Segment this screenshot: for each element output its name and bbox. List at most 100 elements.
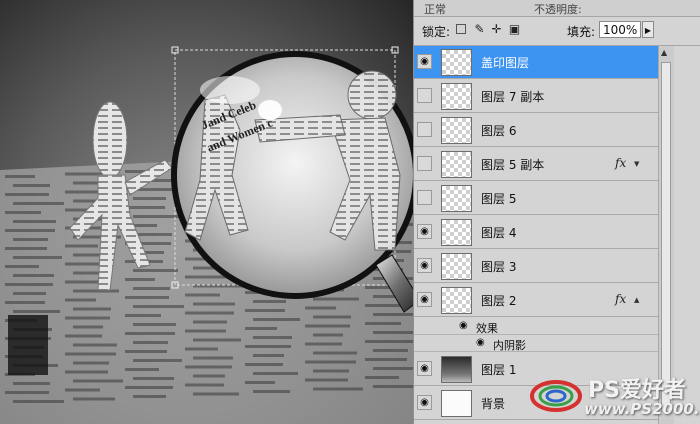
text-line (133, 197, 166, 200)
text-line (245, 363, 283, 366)
eye-icon[interactable]: ◉ (417, 224, 432, 239)
eye-icon[interactable]: ◉ (417, 258, 432, 273)
text-line (65, 316, 110, 320)
fill-arrow-icon[interactable]: ▶ (642, 21, 654, 38)
text-line (13, 274, 54, 277)
eye-icon[interactable]: ◉ (417, 54, 432, 69)
text-line (185, 365, 232, 369)
text-line (373, 331, 413, 334)
layer-row[interactable]: 图层 7 副本 (414, 80, 658, 113)
lock-label: 锁定: (422, 25, 451, 39)
eye-icon[interactable]: ◉ (476, 337, 485, 348)
layer-thumbnail[interactable] (441, 356, 472, 383)
text-line (73, 289, 119, 293)
text-line (133, 233, 172, 236)
text-line (5, 247, 47, 250)
layer-name[interactable]: 图层 1 (481, 361, 516, 378)
layer-thumbnail[interactable] (441, 117, 472, 144)
blend-mode-select[interactable]: 正常 (424, 1, 446, 17)
layer-name[interactable]: 图层 6 (481, 122, 516, 139)
layer-thumbnail[interactable] (441, 390, 472, 417)
layer-thumbnail[interactable] (441, 151, 472, 178)
text-line (13, 202, 64, 205)
text-line (313, 315, 351, 319)
visibility-toggle[interactable] (417, 122, 432, 137)
visibility-toggle[interactable] (417, 88, 432, 103)
layer-name[interactable]: 图层 3 (481, 258, 516, 275)
layer-name[interactable]: 图层 5 副本 (481, 156, 544, 173)
lock-transparent-icon[interactable] (456, 24, 466, 34)
layer-row[interactable]: 图层 5 (414, 182, 658, 215)
text-line (5, 175, 35, 178)
text-line (5, 391, 49, 394)
fx-icon[interactable]: fx (615, 292, 626, 306)
layer-name[interactable]: 盖印图层 (481, 54, 529, 71)
lock-all-icon[interactable]: ▣ (508, 23, 521, 36)
text-line (5, 301, 45, 304)
text-line (5, 265, 39, 268)
layer-thumbnail[interactable] (441, 253, 472, 280)
layer-row[interactable]: 图层 6 (414, 114, 658, 147)
scroll-up-icon[interactable]: ▲ (661, 48, 667, 57)
eye-icon[interactable]: ◉ (417, 361, 432, 376)
layer-name[interactable]: 图层 5 (481, 190, 516, 207)
layer-row[interactable]: ◉ 图层 4 (414, 216, 658, 249)
layer-name[interactable]: 图层 2 (481, 292, 516, 309)
text-line (133, 395, 166, 398)
layer-name[interactable]: 图层 7 副本 (481, 88, 544, 105)
eye-icon[interactable]: ◉ (417, 395, 432, 410)
layer-name[interactable]: 图层 4 (481, 224, 516, 241)
text-line (245, 327, 277, 330)
layers-scrollbar[interactable]: ▲ (658, 46, 674, 424)
visibility-toggle[interactable] (417, 190, 432, 205)
text-line (193, 320, 227, 324)
visibility-toggle[interactable] (417, 156, 432, 171)
fx-icon[interactable]: fx (615, 156, 626, 170)
eye-icon[interactable]: ◉ (459, 320, 468, 331)
canvas-artwork (0, 46, 413, 424)
text-line (13, 292, 46, 295)
text-line (253, 372, 298, 375)
watermark: PS爱好者 www.PS2000.cn (528, 372, 700, 422)
text-line (73, 325, 103, 329)
text-line (13, 238, 48, 241)
text-line (13, 382, 50, 385)
layer-row[interactable]: ◉ 盖印图层 (414, 46, 658, 79)
lock-move-icon[interactable]: ✛ (490, 23, 503, 36)
text-line (185, 311, 234, 315)
text-line (13, 256, 62, 259)
text-line (125, 368, 159, 371)
text-line (125, 296, 169, 299)
watermark-url: www.PS2000.cn (584, 400, 700, 418)
text-line (5, 193, 49, 196)
eye-icon[interactable]: ◉ (417, 292, 432, 307)
expand-triangle-icon[interactable]: ▼ (634, 160, 639, 168)
text-line (125, 386, 173, 389)
scroll-thumb[interactable] (661, 62, 671, 412)
layer-thumbnail[interactable] (441, 185, 472, 212)
lock-brush-icon[interactable]: ✎ (473, 23, 486, 36)
text-line (5, 283, 53, 286)
text-line (365, 322, 401, 325)
effects-row[interactable]: ◉ 效果 (414, 318, 658, 335)
layer-row[interactable]: ◉ 图层 3 (414, 250, 658, 283)
text-line (193, 374, 225, 378)
layer-thumbnail[interactable] (441, 49, 472, 76)
layer-row[interactable]: 图层 5 副本 fx ▼ (414, 148, 658, 181)
layer-row[interactable]: ◉ 图层 2 fx ▲ (414, 284, 658, 317)
text-line (245, 381, 275, 384)
layer-name[interactable]: 背景 (481, 395, 505, 412)
text-line (245, 309, 285, 312)
text-line (73, 379, 123, 383)
inner-shadow-row[interactable]: ◉ 内阴影 (414, 335, 658, 352)
collapse-triangle-icon[interactable]: ▲ (634, 296, 639, 304)
text-line (313, 333, 343, 337)
layer-thumbnail[interactable] (441, 219, 472, 246)
fill-input[interactable]: 100% (599, 21, 641, 38)
text-line (313, 387, 363, 391)
text-line (133, 341, 168, 344)
layer-thumbnail[interactable] (441, 83, 472, 110)
layer-thumbnail[interactable] (441, 287, 472, 314)
text-line (133, 323, 176, 326)
document-canvas[interactable]: Jand Celeb and Women c (0, 0, 413, 424)
